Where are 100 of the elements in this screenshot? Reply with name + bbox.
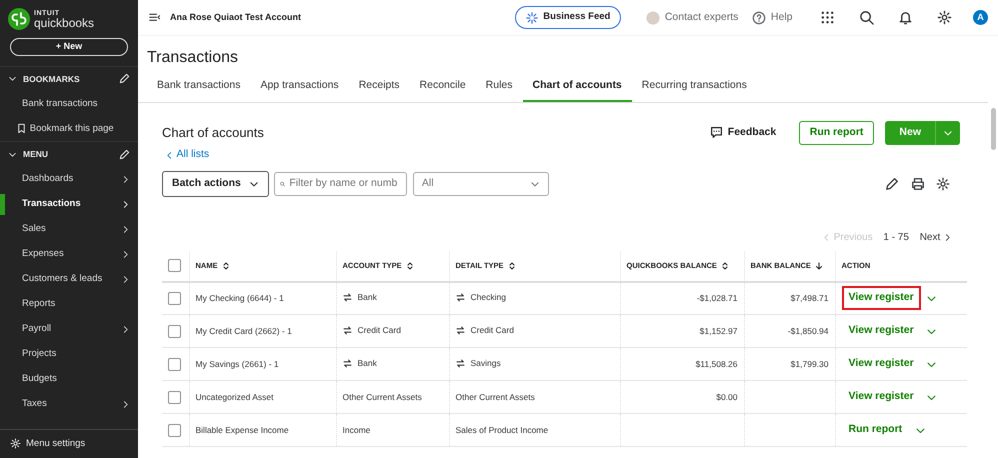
sidebar-item[interactable]: Customers & leads <box>0 267 138 292</box>
table-cell: Checking <box>470 291 506 304</box>
help-link[interactable]: Help <box>752 10 792 26</box>
batch-actions-dropdown[interactable]: Batch actions <box>162 170 269 197</box>
gear-icon[interactable] <box>10 438 21 450</box>
table-cell: Bank <box>358 291 377 304</box>
row-checkbox[interactable] <box>168 390 181 404</box>
sidebar-item[interactable]: Dashboards <box>0 167 138 192</box>
sidebar-item[interactable]: Bank transactions <box>0 91 138 116</box>
transfer-icon <box>456 292 464 302</box>
brand-name: quickbooks <box>34 16 94 28</box>
tab[interactable]: Bank transactions <box>147 73 250 102</box>
row-checkbox[interactable] <box>168 358 181 371</box>
table-cell: $1,152.97 <box>620 314 744 348</box>
user-avatar[interactable]: A <box>973 10 988 25</box>
sort-icon <box>222 262 230 270</box>
bookmark-link[interactable]: Bookmark this page <box>30 122 114 136</box>
sidebar-item[interactable]: Sales <box>0 217 138 242</box>
row-checkbox[interactable] <box>168 424 181 437</box>
business-feed-button[interactable]: Business Feed <box>515 6 622 29</box>
account-name: Ana Rose Quiaot Test Account <box>170 10 302 24</box>
contact-experts-link[interactable]: Contact experts <box>646 10 738 26</box>
chevron-right-icon <box>121 250 130 259</box>
action-link[interactable]: Run report <box>842 418 910 442</box>
action-link[interactable]: View register <box>842 319 921 343</box>
chevron-right-icon <box>121 225 130 234</box>
section-header: BOOKMARKS <box>23 72 81 86</box>
feedback-button[interactable]: Feedback <box>704 124 782 142</box>
transfer-icon <box>342 292 352 302</box>
settings-icon[interactable] <box>936 176 950 191</box>
table-cell: Savings <box>470 356 501 370</box>
scrollbar-thumb[interactable] <box>991 108 996 150</box>
menu-settings-link[interactable]: Menu settings <box>26 436 86 451</box>
table-cell: My Credit Card (2662) - 1 <box>189 314 336 348</box>
page-title: Transactions <box>146 48 239 68</box>
chevron-right-icon <box>943 232 952 242</box>
new-menu-toggle[interactable] <box>936 120 960 145</box>
chevron-right-icon <box>121 175 130 184</box>
pencil-icon[interactable] <box>885 176 899 191</box>
chevron-right-icon <box>121 400 130 409</box>
speech-bubble-icon <box>710 126 723 140</box>
table-cell: My Savings (2661) - 1 <box>189 348 336 381</box>
table-cell: -$1,028.71 <box>620 282 744 315</box>
menu-icon[interactable] <box>148 12 162 24</box>
panel-title: Chart of accounts <box>162 125 264 141</box>
table-cell: Bank <box>358 356 377 370</box>
table-cell: Other Current Assets <box>336 380 449 414</box>
tab[interactable]: Rules <box>476 73 523 102</box>
new-button[interactable]: + New <box>10 38 128 56</box>
sort-arrow-icon <box>814 262 823 270</box>
sidebar-item[interactable]: Transactions <box>0 192 138 217</box>
sidebar-item[interactable]: Taxes <box>0 392 138 417</box>
settings-icon[interactable] <box>936 10 952 25</box>
table-cell: -$1,850.94 <box>744 314 835 348</box>
avatar-icon <box>646 10 660 24</box>
apps-grid-icon[interactable] <box>820 10 834 25</box>
back-link[interactable]: All lists <box>164 147 210 164</box>
tab[interactable]: App transactions <box>250 73 349 102</box>
sidebar-item[interactable]: Reports <box>0 292 138 317</box>
sidebar-item[interactable]: Projects <box>0 342 138 367</box>
tab[interactable]: Chart of accounts <box>522 73 632 102</box>
table-cell: Other Current Assets <box>449 380 620 414</box>
table-cell: Uncategorized Asset <box>189 380 336 414</box>
select-all-checkbox[interactable] <box>168 259 181 272</box>
table-cell: $7,498.71 <box>744 282 835 315</box>
account-type-dropdown[interactable]: All <box>412 172 549 196</box>
table-cell: My Checking (6644) - 1 <box>189 282 336 315</box>
table-cell: Billable Expense Income <box>189 414 336 447</box>
sidebar-item[interactable]: Budgets <box>0 367 138 392</box>
table-cell: Credit Card <box>470 324 514 336</box>
chevron-left-icon <box>164 150 174 160</box>
transfer-icon <box>342 326 352 335</box>
printer-icon[interactable] <box>910 176 924 191</box>
run-report-button[interactable]: Run report <box>798 120 874 145</box>
chevron-icon[interactable] <box>8 150 17 160</box>
help-icon <box>752 10 766 24</box>
logo-icon <box>8 8 30 30</box>
sidebar-item[interactable]: Expenses <box>0 242 138 267</box>
tab[interactable]: Reconcile <box>410 73 476 102</box>
filter-field[interactable]: Filter by name or numb <box>274 172 408 196</box>
chevron-icon[interactable] <box>8 74 17 84</box>
transfer-icon <box>456 358 464 368</box>
chevron-left-icon <box>822 232 831 242</box>
sort-icon <box>720 262 729 270</box>
row-checkbox[interactable] <box>168 292 181 305</box>
table-cell: Sales of Product Income <box>449 414 620 447</box>
section-header: MENU <box>23 148 50 161</box>
tab[interactable]: Recurring transactions <box>632 73 757 102</box>
search-icon[interactable] <box>858 10 874 25</box>
action-link[interactable]: View register <box>842 352 921 376</box>
tab[interactable]: Receipts <box>348 73 410 102</box>
row-checkbox[interactable] <box>168 324 181 338</box>
bell-icon[interactable] <box>898 10 912 25</box>
table-cell: Credit Card <box>358 324 401 336</box>
page-range: 1 - 75 <box>883 230 909 245</box>
action-link[interactable]: View register <box>842 385 921 409</box>
next-link[interactable]: Next <box>920 230 952 245</box>
sidebar-item[interactable]: Payroll <box>0 317 138 342</box>
table-cell: Income <box>336 414 449 447</box>
action-link[interactable]: View register <box>842 286 921 310</box>
